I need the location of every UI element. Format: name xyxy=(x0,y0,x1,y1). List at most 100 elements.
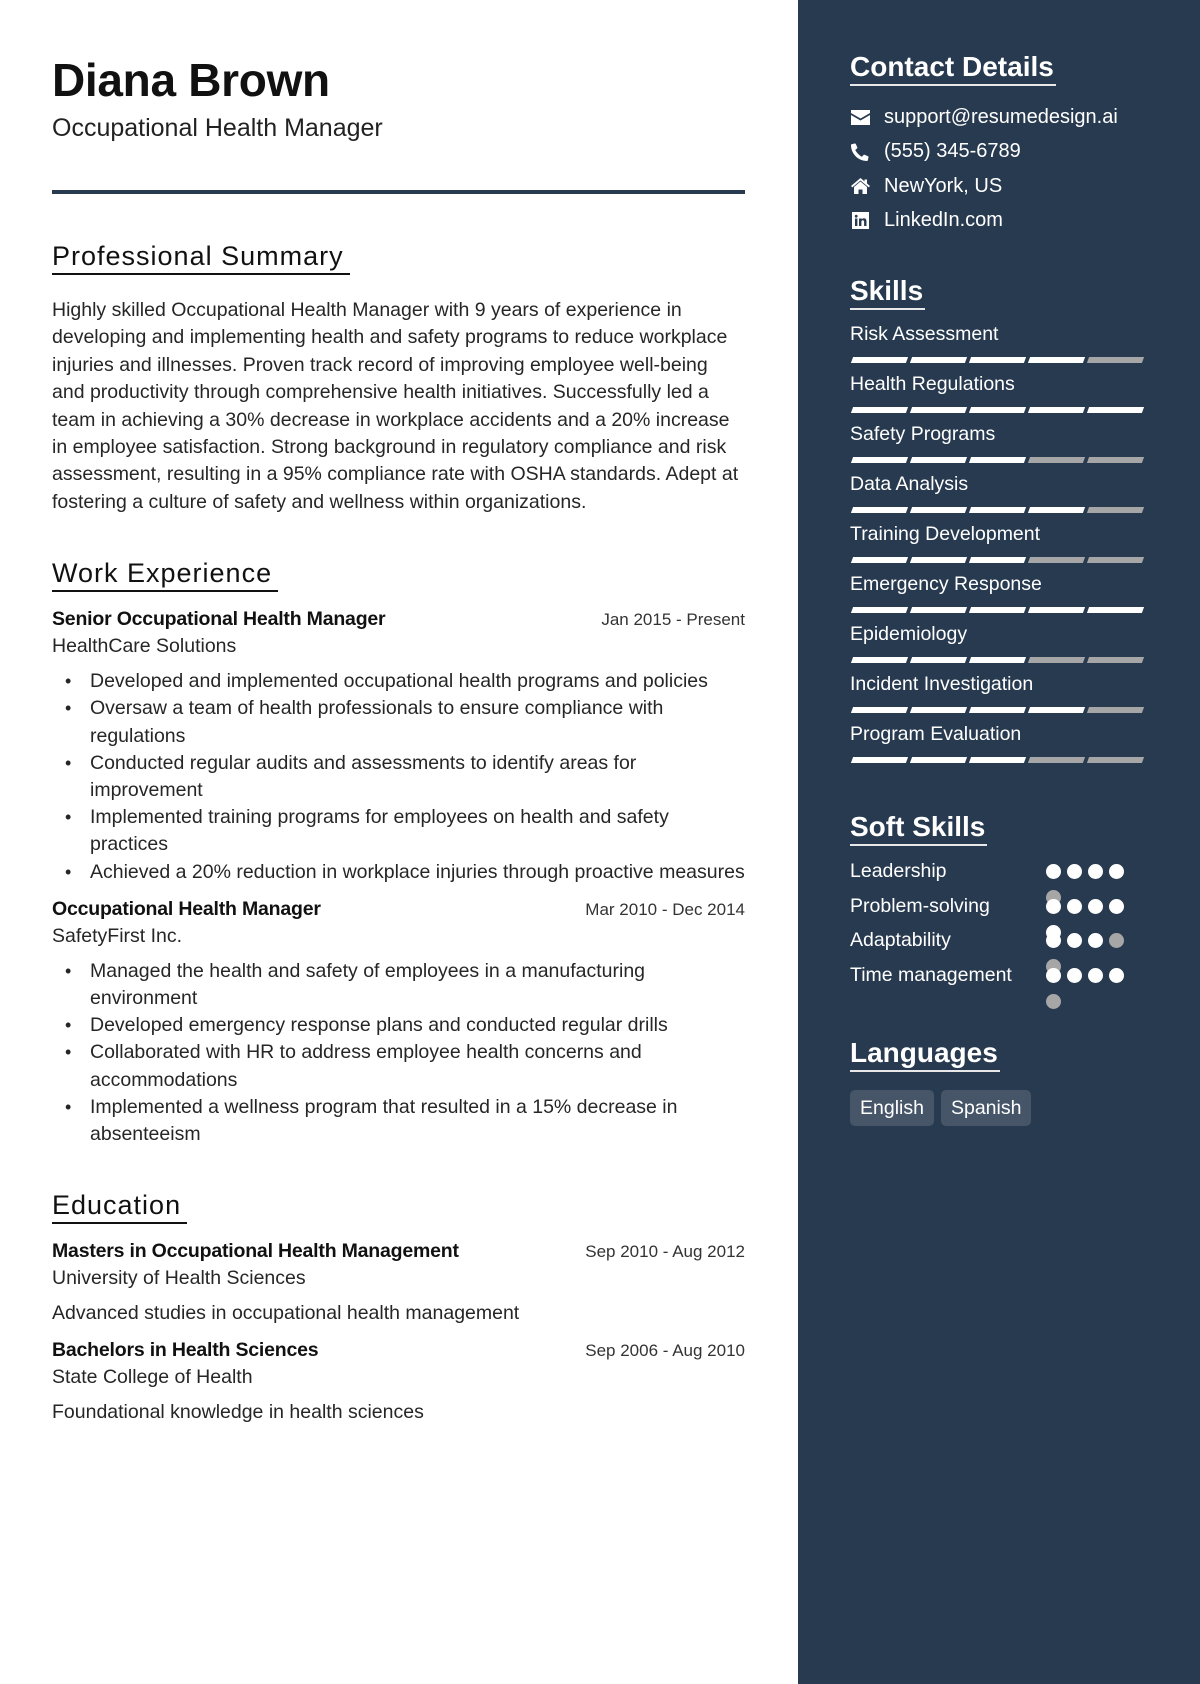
section-heading: Education xyxy=(52,1188,188,1225)
skill-segment-filled xyxy=(968,457,1027,463)
education-entry: Masters in Occupational Health Managemen… xyxy=(52,1240,745,1325)
rating-dot-filled xyxy=(1046,967,1061,983)
bullet-item: Conducted regular audits and assessments… xyxy=(52,750,745,804)
soft-skills-list: Leadership Problem-solving Adaptability Tim… xyxy=(850,858,1148,1009)
envelope-icon xyxy=(850,107,870,127)
bullet-item: Collaborated with HR to address employee… xyxy=(52,1039,745,1093)
contact-phone[interactable]: (555) 345-6789 xyxy=(850,135,1148,170)
contact-email[interactable]: support@resumedesign.ai xyxy=(850,100,1148,135)
skill-segment-filled xyxy=(909,457,968,463)
skill-segment-filled xyxy=(909,407,968,413)
bullet-item: Implemented training programs for employ… xyxy=(52,804,745,858)
rating-dot-filled xyxy=(1067,967,1082,983)
skill-segment-filled xyxy=(909,607,968,613)
skill-segment-filled xyxy=(968,607,1027,613)
bullet-item: Developed emergency response plans and c… xyxy=(52,1012,745,1039)
skill-name: Data Analysis xyxy=(850,473,969,495)
rating-dot-filled xyxy=(1067,933,1082,948)
skill-segment-filled xyxy=(850,357,909,363)
skill-name: Program Evaluation xyxy=(850,723,1022,745)
skill-segment-filled xyxy=(909,557,968,563)
skill-segment-empty xyxy=(1027,557,1086,563)
skill-segment-filled xyxy=(850,507,909,513)
skill-segment-filled xyxy=(850,657,909,663)
job-bullets: Developed and implemented occupational h… xyxy=(52,668,745,886)
linkedin-icon xyxy=(850,211,870,231)
contact-location: NewYork, US xyxy=(850,169,1148,204)
job-bullets: Managed the health and safety of employe… xyxy=(52,958,745,1148)
section-heading: Soft Skills xyxy=(850,810,988,846)
job-dates: Mar 2010 - Dec 2014 xyxy=(585,899,745,919)
skill-segment-empty xyxy=(1027,457,1086,463)
skill-level-bar xyxy=(850,657,1148,663)
skill-segment-filled xyxy=(850,407,909,413)
experience-section: Work Experience Senior Occupational Heal… xyxy=(52,556,746,1148)
skill-item: Program Evaluation xyxy=(850,722,1148,772)
job-title: Occupational Health Manager xyxy=(52,897,321,920)
soft-skill-item: Problem-solving xyxy=(850,893,1148,940)
skill-level-bar xyxy=(850,357,1148,363)
skill-level-bar xyxy=(850,457,1148,463)
summary-text: Highly skilled Occupational Health Manag… xyxy=(52,299,739,513)
skill-segment-filled xyxy=(968,507,1027,513)
education-section: Education Masters in Occupational Health… xyxy=(52,1188,746,1424)
languages-section: Languages English Spanish xyxy=(850,1036,1148,1126)
soft-skill-rating xyxy=(1046,858,1136,905)
skill-segment-filled xyxy=(850,757,909,763)
soft-skill-item: Adaptability xyxy=(850,927,1148,974)
skill-segment-empty xyxy=(1086,507,1145,513)
rating-dot-filled xyxy=(1088,967,1103,983)
soft-skill-rating xyxy=(1046,893,1136,940)
skill-item: Emergency Response xyxy=(850,572,1148,622)
rating-dot-filled xyxy=(1046,864,1061,879)
skill-name: Training Development xyxy=(850,523,1041,545)
skill-item: Training Development xyxy=(850,522,1148,572)
rating-dot-filled xyxy=(1109,864,1124,879)
job-entry: Occupational Health Manager Mar 2010 - D… xyxy=(52,898,745,1148)
contact-section: Contact Details support@resumedesign.ai … xyxy=(850,50,1148,238)
soft-skills-section: Soft Skills Leadership Problem-solving Ada… xyxy=(850,810,1148,1009)
skill-segment-empty xyxy=(1086,757,1145,763)
main-column: Diana Brown Occupational Health Manager … xyxy=(0,0,798,1684)
job-company: SafetyFirst Inc. xyxy=(52,924,183,947)
summary-section: Professional Summary Highly skilled Occu… xyxy=(52,239,746,516)
skill-name: Epidemiology xyxy=(850,623,968,645)
skill-segment-filled xyxy=(850,457,909,463)
rating-dot-filled xyxy=(1067,898,1082,914)
home-icon xyxy=(850,176,870,196)
skill-segment-empty xyxy=(1086,707,1145,713)
skill-segment-empty xyxy=(1027,657,1086,663)
skill-level-bar xyxy=(850,407,1148,413)
languages-list: English Spanish xyxy=(850,1090,1148,1126)
candidate-name: Diana Brown xyxy=(52,54,330,106)
contact-linkedin[interactable]: LinkedIn.com xyxy=(850,204,1148,239)
soft-skill-item: Time management xyxy=(850,962,1148,1009)
skill-name: Emergency Response xyxy=(850,573,1042,595)
skill-segment-empty xyxy=(1027,757,1086,763)
bullet-item: Managed the health and safety of employe… xyxy=(52,958,745,1012)
bullet-item: Oversaw a team of health professionals t… xyxy=(52,695,745,749)
header-divider xyxy=(52,190,745,194)
rating-dot-filled xyxy=(1046,933,1061,948)
skills-list: Risk Assessment Health Regulations Safety … xyxy=(850,322,1148,772)
skill-segment-filled xyxy=(909,757,968,763)
skill-item: Risk Assessment xyxy=(850,322,1148,372)
rating-dot-filled xyxy=(1109,898,1124,914)
skill-segment-filled xyxy=(968,407,1027,413)
section-heading: Skills xyxy=(850,274,926,310)
rating-dot-empty xyxy=(1046,993,1061,1009)
education-dates: Sep 2010 - Aug 2012 xyxy=(585,1242,745,1262)
skill-item: Data Analysis xyxy=(850,472,1148,522)
rating-dot-filled xyxy=(1067,864,1082,879)
degree-title: Bachelors in Health Sciences xyxy=(52,1339,319,1362)
contact-text: NewYork, US xyxy=(884,174,1003,197)
skill-name: Safety Programs xyxy=(850,423,996,445)
rating-dot-filled xyxy=(1088,898,1103,914)
candidate-title: Occupational Health Manager xyxy=(52,114,383,142)
skill-segment-filled xyxy=(850,707,909,713)
education-entry: Bachelors in Health Sciences Sep 2006 - … xyxy=(52,1339,745,1424)
skill-segment-empty xyxy=(1086,657,1145,663)
bullet-item: Developed and implemented occupational h… xyxy=(52,668,745,695)
section-heading: Professional Summary xyxy=(52,239,350,275)
bullet-item: Achieved a 20% reduction in workplace in… xyxy=(52,859,745,886)
